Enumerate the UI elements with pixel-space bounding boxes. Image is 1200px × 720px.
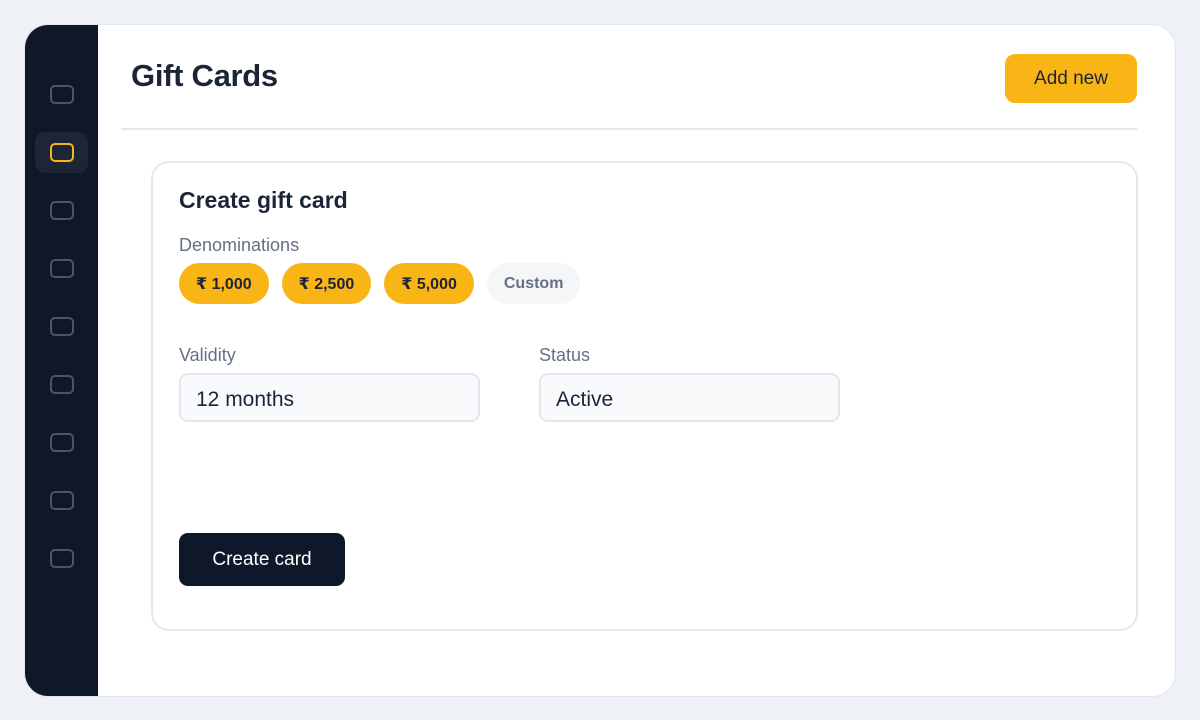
denomination-chip-1000[interactable]: ₹ 1,000 bbox=[179, 263, 269, 304]
sidebar-item-8[interactable] bbox=[35, 480, 88, 521]
denomination-chip-2500[interactable]: ₹ 2,500 bbox=[281, 263, 372, 304]
sidebar-item-1[interactable] bbox=[35, 74, 88, 115]
card-title: Create gift card bbox=[179, 187, 348, 213]
add-new-button[interactable]: Add new bbox=[1005, 54, 1137, 103]
app-window: Gift Cards Add new Create gift card Deno… bbox=[24, 24, 1176, 697]
sidebar-item-6[interactable] bbox=[35, 364, 88, 405]
denominations-label: Denominations bbox=[179, 235, 300, 255]
denomination-chip-custom[interactable]: Custom bbox=[486, 263, 581, 304]
nav-icon bbox=[49, 433, 74, 452]
nav-icon bbox=[49, 317, 74, 336]
nav-icon bbox=[49, 201, 74, 220]
sidebar-item-9[interactable] bbox=[35, 538, 88, 579]
status-label: Status bbox=[539, 345, 591, 365]
nav-icon bbox=[49, 491, 74, 510]
validity-field[interactable]: 12 months bbox=[179, 373, 480, 422]
sidebar-item-5[interactable] bbox=[35, 306, 88, 347]
main-content: Gift Cards Add new Create gift card Deno… bbox=[98, 25, 1175, 696]
sidebar-item-3[interactable] bbox=[35, 190, 88, 231]
create-card-button[interactable]: Create card bbox=[179, 533, 345, 586]
denomination-chips: ₹ 1,000 ₹ 2,500 ₹ 5,000 Custom bbox=[179, 263, 581, 304]
validity-label: Validity bbox=[179, 345, 236, 365]
create-gift-card-panel: Create gift card Denominations ₹ 1,000 ₹… bbox=[151, 161, 1138, 631]
nav-icon bbox=[49, 85, 74, 104]
nav-icon bbox=[49, 143, 74, 162]
nav-icon bbox=[49, 375, 74, 394]
page-title: Gift Cards bbox=[131, 58, 278, 93]
denomination-chip-5000[interactable]: ₹ 5,000 bbox=[384, 263, 474, 304]
sidebar-item-4[interactable] bbox=[35, 248, 88, 289]
header-divider bbox=[121, 128, 1137, 130]
nav-icon bbox=[49, 549, 74, 568]
sidebar bbox=[25, 25, 98, 696]
nav-icon bbox=[49, 259, 74, 278]
status-field[interactable]: Active bbox=[539, 373, 840, 422]
sidebar-item-7[interactable] bbox=[35, 422, 88, 463]
sidebar-item-2-active[interactable] bbox=[35, 132, 88, 173]
